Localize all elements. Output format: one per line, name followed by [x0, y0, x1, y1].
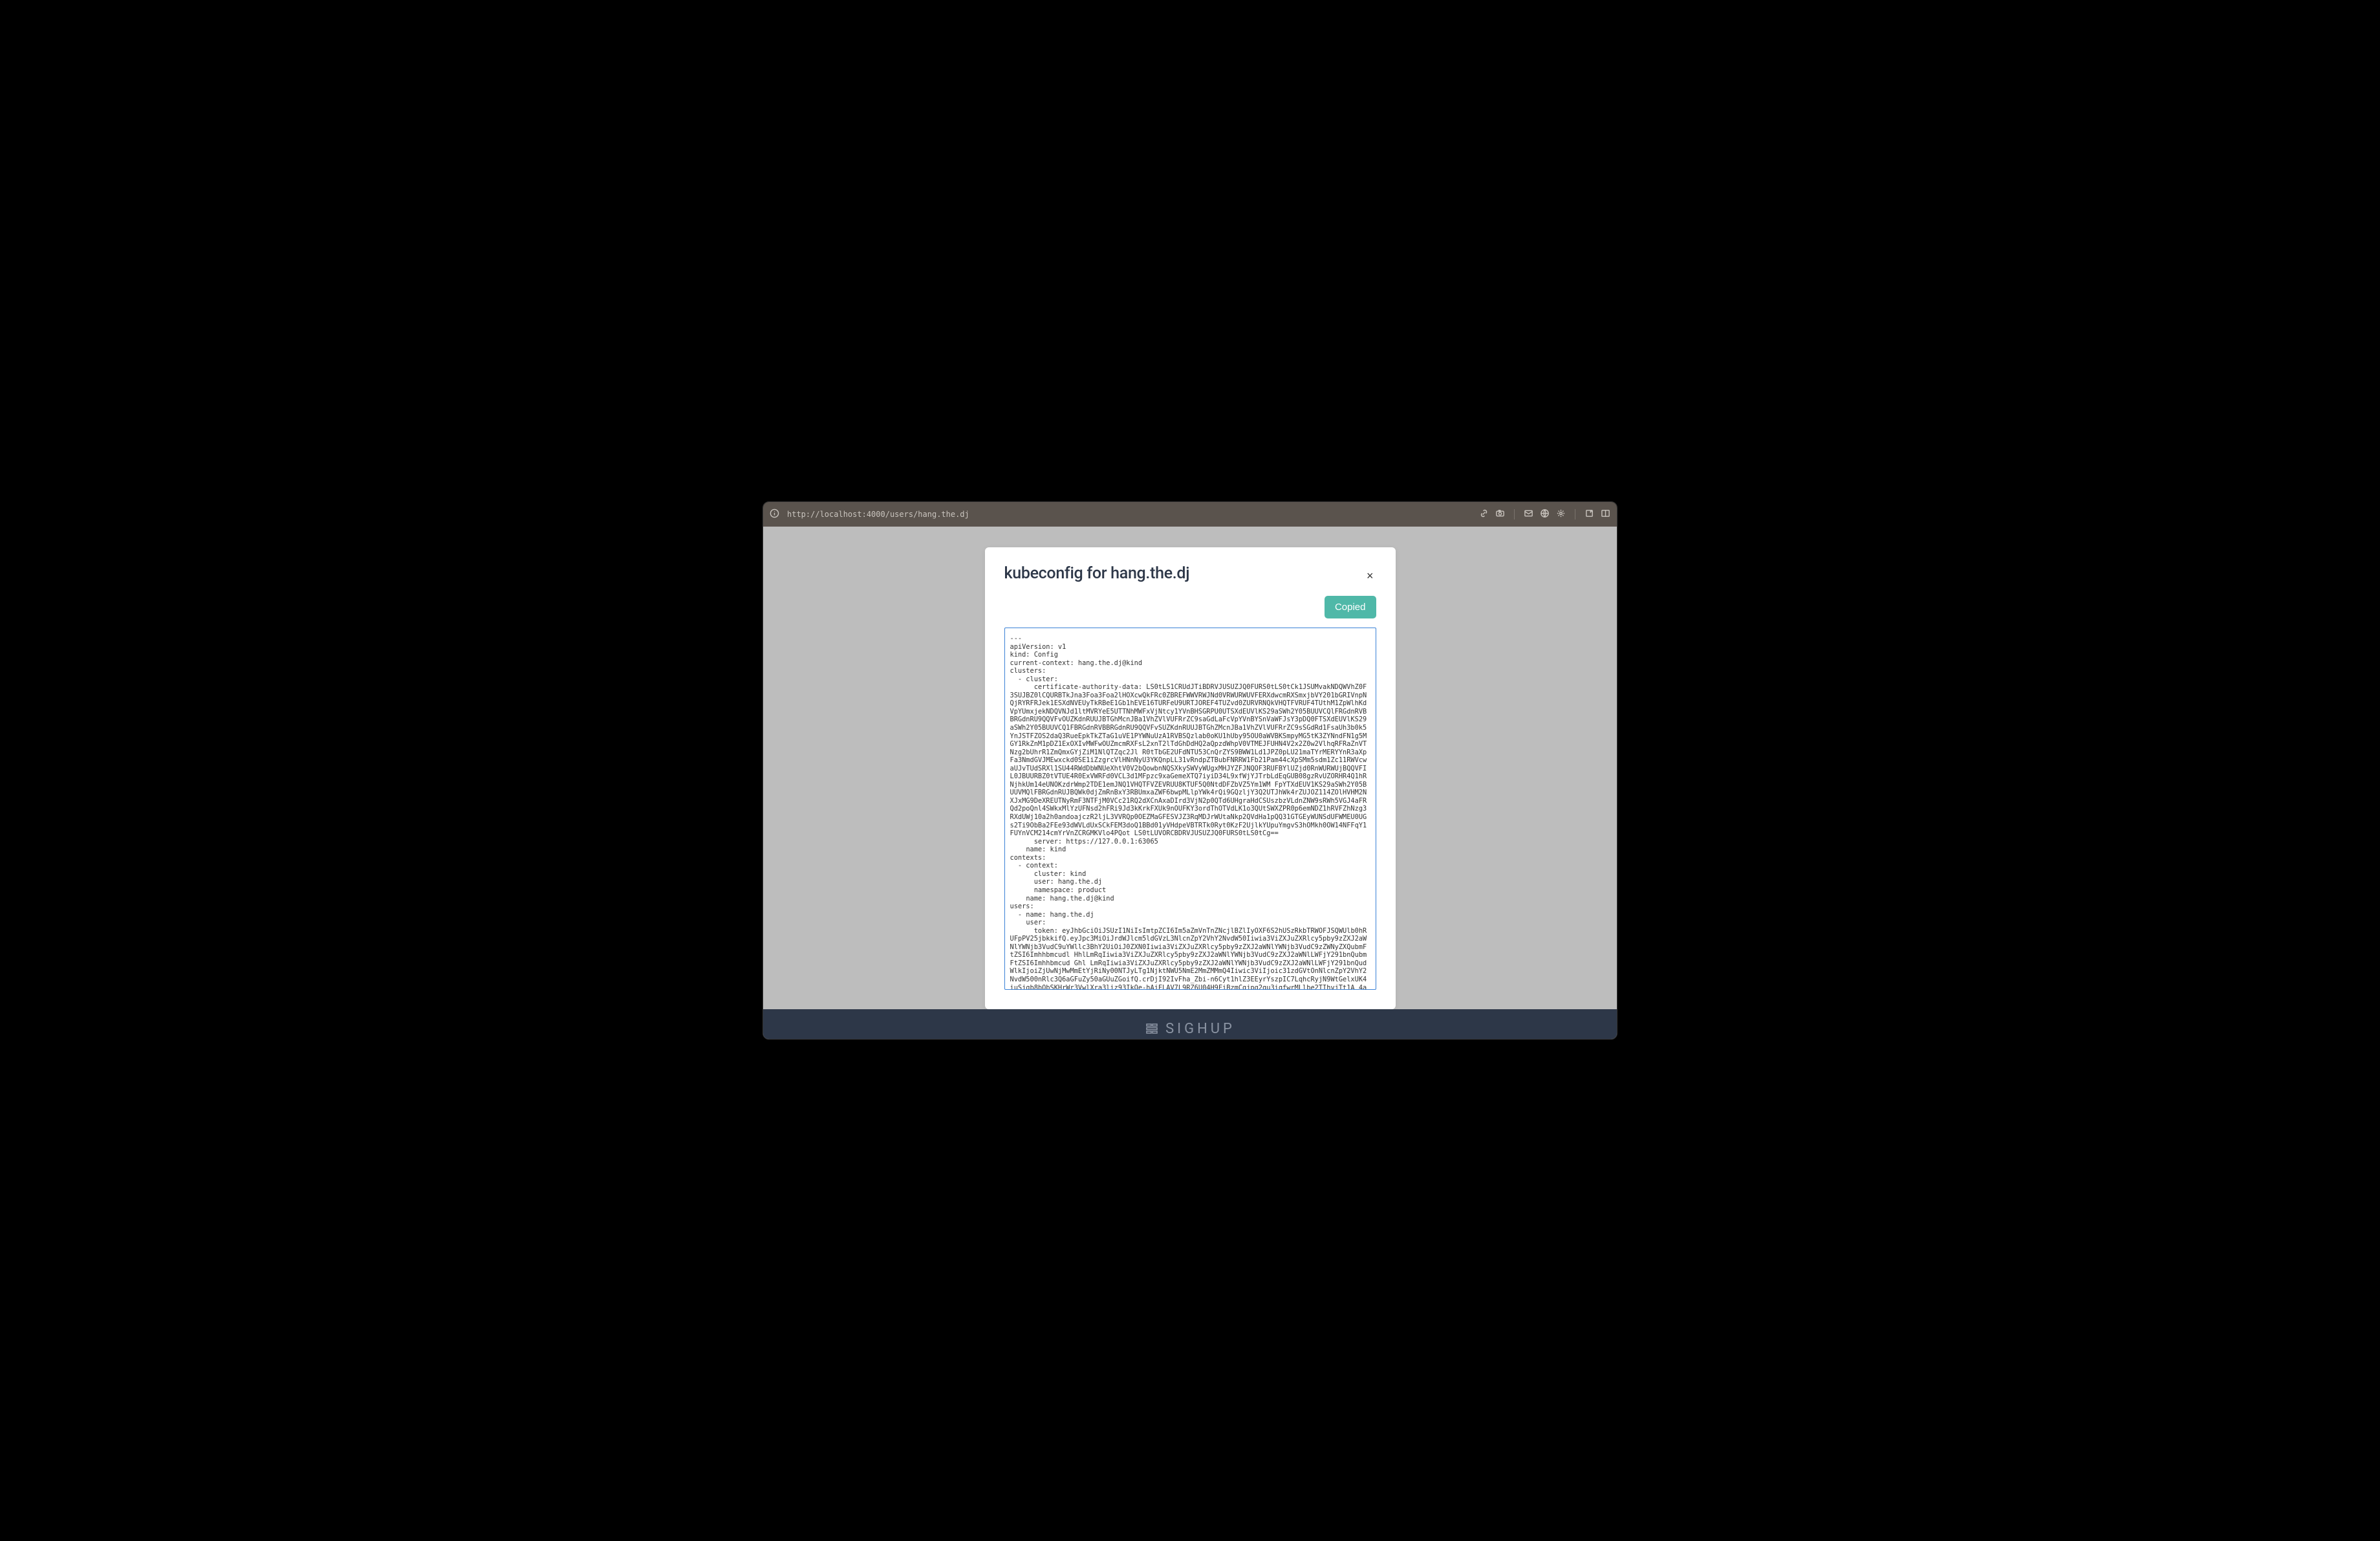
brand-logo-text: SIGHUP [1165, 1021, 1235, 1037]
globe-icon[interactable] [1540, 508, 1550, 521]
modal-header: kubeconfig for hang.the.dj × [1004, 564, 1376, 584]
page-body: kubeconfig for hang.the.dj × Copied --- … [763, 527, 1617, 1009]
link-icon[interactable] [1479, 508, 1489, 521]
modal-actions: Copied [1004, 596, 1376, 618]
modal-title: kubeconfig for hang.the.dj [1004, 564, 1190, 583]
copy-button[interactable]: Copied [1325, 596, 1376, 618]
brand-logo-icon [1145, 1022, 1159, 1036]
panels-icon[interactable] [1601, 508, 1610, 521]
export-icon[interactable] [1585, 508, 1594, 521]
address-bar-url[interactable]: http://localhost:4000/users/hang.the.dj [787, 510, 1474, 519]
info-icon[interactable] [770, 508, 779, 521]
kubeconfig-modal: kubeconfig for hang.the.dj × Copied --- … [985, 547, 1396, 1009]
close-button[interactable]: × [1364, 568, 1376, 584]
kubeconfig-textarea[interactable]: --- apiVersion: v1 kind: Config current-… [1004, 628, 1376, 990]
page-footer: SIGHUP [763, 1009, 1617, 1040]
gear-icon[interactable] [1556, 508, 1566, 521]
browser-titlebar: http://localhost:4000/users/hang.the.dj [763, 502, 1617, 527]
page-viewport: kubeconfig for hang.the.dj × Copied --- … [763, 527, 1617, 1040]
camera-icon[interactable] [1495, 508, 1505, 521]
inbox-icon[interactable] [1524, 508, 1533, 521]
browser-window: http://localhost:4000/users/hang.the.dj [763, 501, 1617, 1040]
titlebar-actions [1479, 508, 1610, 521]
